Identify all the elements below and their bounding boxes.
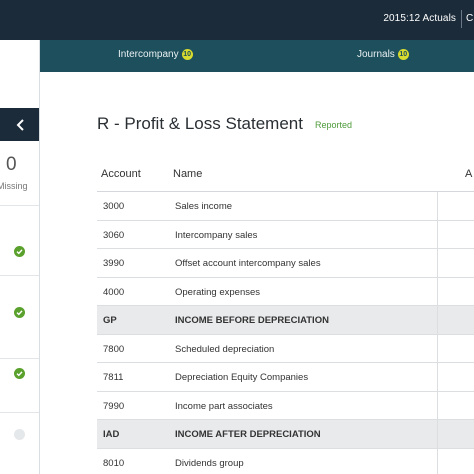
column-header-amount[interactable]: A	[465, 168, 472, 180]
table-row-subtotal[interactable]: IAD INCOME AFTER DEPRECIATION	[97, 420, 474, 449]
check-circle-icon	[14, 307, 25, 318]
account-cell: 7990	[103, 400, 125, 412]
name-cell: Sales income	[175, 201, 233, 212]
tab-label: Intercompany	[118, 49, 179, 60]
account-cell: 7811	[103, 372, 124, 383]
name-cell: Scheduled depreciation	[175, 343, 275, 355]
divider	[0, 412, 39, 413]
check-circle-icon	[14, 368, 25, 379]
tab-label: Journals	[357, 49, 395, 60]
amount-cell[interactable]	[437, 391, 474, 419]
top-bar-divider	[461, 10, 462, 28]
divider	[0, 358, 39, 359]
account-cell: 4000	[103, 286, 125, 298]
check-circle-icon	[14, 246, 25, 257]
name-cell: Depreciation Equity Companies	[175, 372, 309, 383]
amount-cell[interactable]	[437, 277, 474, 305]
table-row[interactable]: 7990 Income part associates	[97, 391, 474, 420]
column-header-name[interactable]: Name	[173, 168, 202, 180]
top-bar-item-truncated[interactable]: C	[466, 13, 474, 24]
missing-label: Missing	[0, 181, 28, 191]
tab-intercompany[interactable]: Intercompany 10	[118, 49, 193, 60]
name-cell: Intercompany sales	[175, 229, 258, 241]
table-row[interactable]: 7811 Depreciation Equity Companies	[97, 363, 474, 392]
name-cell: Operating expenses	[175, 286, 261, 298]
table-row[interactable]: 3990 Offset account intercompany sales	[97, 249, 474, 278]
table-row[interactable]: 3060 Intercompany sales	[97, 220, 474, 249]
chevron-left-icon	[16, 118, 24, 131]
status-badge: Reported	[315, 120, 353, 130]
name-cell: INCOME BEFORE DEPRECIATION	[175, 315, 329, 326]
page-title: R - Profit & Loss Statement	[97, 114, 303, 133]
amount-cell[interactable]	[437, 448, 474, 474]
account-cell: 8010	[103, 457, 125, 469]
account-cell: IAD	[103, 429, 120, 440]
table-row[interactable]: 8010 Dividends group	[97, 448, 474, 474]
table-row-subtotal[interactable]: GP INCOME BEFORE DEPRECIATION	[97, 306, 474, 335]
amount-cell[interactable]	[437, 220, 474, 248]
amount-cell[interactable]	[437, 192, 474, 220]
name-cell: INCOME AFTER DEPRECIATION	[175, 429, 321, 440]
account-cell: 3060	[103, 229, 125, 241]
notification-badge: 10	[397, 49, 409, 60]
table-row[interactable]: 3000 Sales income	[97, 192, 474, 221]
name-cell: Dividends group	[175, 457, 244, 469]
account-cell: GP	[103, 315, 117, 326]
divider	[0, 205, 39, 206]
table-row[interactable]: 4000 Operating expenses	[97, 277, 474, 306]
account-cell: 7800	[103, 343, 125, 355]
collapse-panel-button[interactable]	[0, 108, 39, 141]
amount-cell[interactable]	[437, 334, 474, 362]
account-cell: 3990	[103, 258, 125, 269]
tab-journals[interactable]: Journals 10	[357, 49, 409, 60]
divider	[0, 275, 39, 276]
name-cell: Offset account intercompany sales	[175, 258, 321, 269]
amount-cell[interactable]	[437, 306, 474, 334]
name-cell: Income part associates	[175, 400, 273, 412]
top-bar: 2015:12 Actuals C	[0, 0, 474, 40]
account-cell: 3000	[103, 201, 125, 212]
amount-cell[interactable]	[437, 363, 474, 391]
column-header-account[interactable]: Account	[101, 168, 141, 180]
missing-count: 0	[6, 154, 17, 175]
period-selector[interactable]: 2015:12 Actuals	[383, 13, 456, 24]
table-row[interactable]: 7800 Scheduled depreciation	[97, 334, 474, 363]
amount-cell[interactable]	[437, 249, 474, 277]
module-tabs: Intercompany 10 Journals 10	[40, 40, 474, 72]
left-panel: 0 Missing	[0, 40, 40, 474]
notification-badge: 10	[181, 49, 193, 60]
empty-circle-icon	[14, 429, 25, 440]
amount-cell[interactable]	[437, 420, 474, 448]
